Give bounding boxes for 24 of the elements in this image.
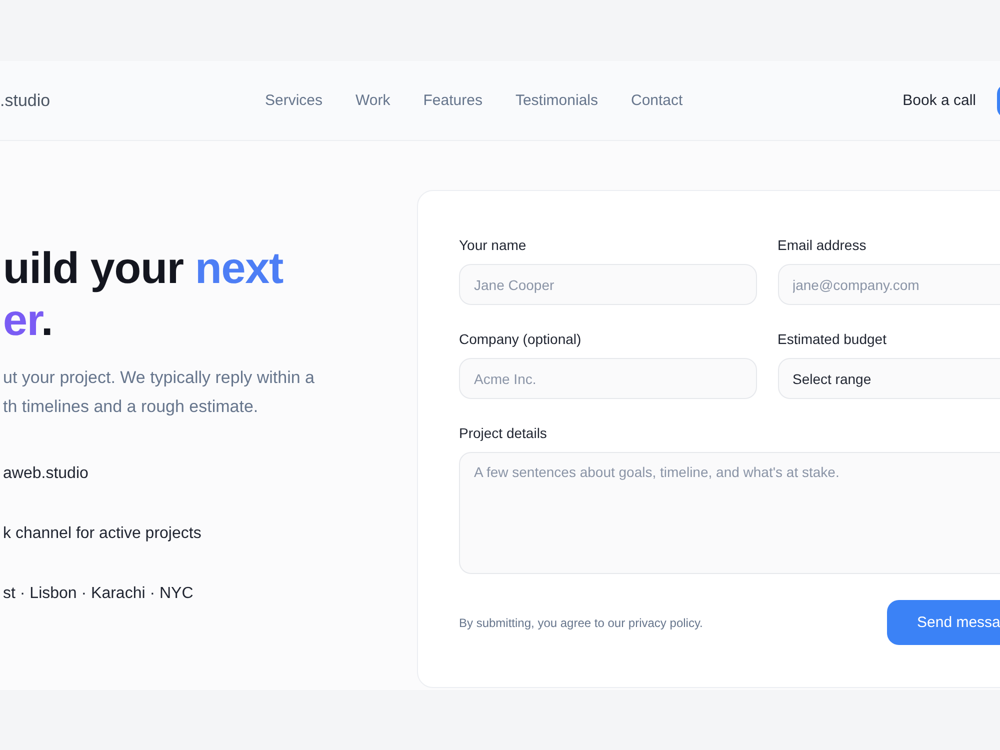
contact-text: aweb.studio (3, 464, 88, 484)
nav-link[interactable]: Contact (631, 92, 683, 109)
text-input[interactable]: Acme Inc. (459, 358, 756, 399)
nav-link[interactable]: Features (423, 92, 482, 109)
hero-heading: uild your next er. (3, 243, 284, 347)
book-call-link[interactable]: Book a call (902, 92, 976, 109)
field-label: Your name (459, 236, 526, 255)
hero-description: ut your project. We typically reply within a th timelines and a rough estimate. (3, 367, 316, 418)
budget-select[interactable]: Select range (778, 358, 1000, 399)
contact-text: k channel for active projects (3, 524, 202, 544)
nav-link[interactable]: Testimonials (515, 92, 598, 109)
text-input[interactable]: Jane Cooper (459, 264, 756, 305)
field-label: Company (optional) (459, 330, 582, 349)
nav-link[interactable]: Services (265, 92, 323, 109)
details-textarea[interactable]: A few sentences about goals, timeline, and what's at stake. (459, 452, 1000, 574)
field-label: Email address (778, 236, 866, 255)
text-input[interactable]: jane@company.com (778, 264, 1000, 305)
privacy-note: By submitting, you agree to our privacy policy. (459, 616, 703, 630)
field-label: Project details (459, 424, 547, 443)
contact-text: st · Lisbon · Karachi · NYC (3, 584, 194, 604)
nav-link[interactable]: Work (356, 92, 390, 109)
send-button[interactable]: Send messa (887, 600, 1000, 645)
field-label: Estimated budget (778, 330, 886, 349)
logo-text[interactable]: .studio (0, 90, 50, 110)
